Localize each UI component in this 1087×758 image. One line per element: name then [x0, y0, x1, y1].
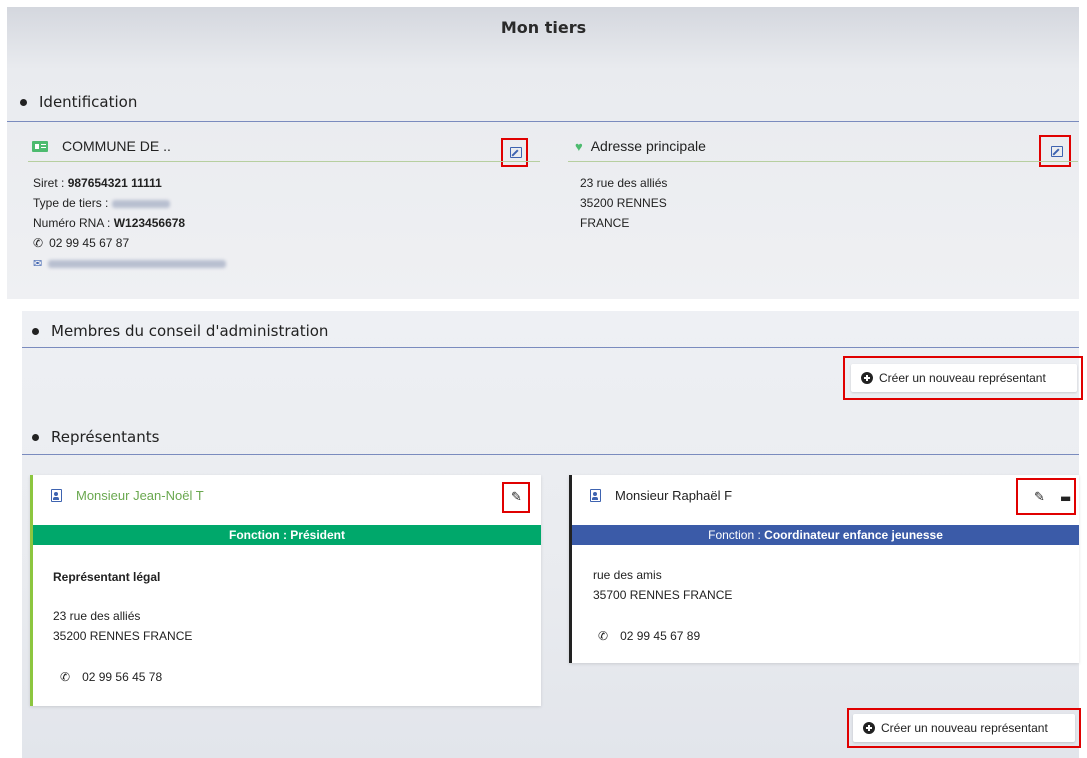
representative-phone: 02 99 45 67 89 — [620, 629, 701, 643]
plus-circle-icon — [861, 372, 873, 384]
bullet-icon — [32, 327, 39, 335]
edit-icon — [510, 147, 522, 158]
edit-representative-button[interactable]: ✎ — [1034, 490, 1045, 505]
siret-value: 987654321 11111 — [67, 176, 162, 190]
rna-row: Numéro RNA : W123456678 — [33, 216, 186, 230]
function-label: Fonction : — [708, 528, 765, 542]
pencil-icon: ✎ — [511, 490, 522, 505]
address-title: Adresse principale — [590, 138, 706, 154]
representative-address-line2: 35700 RENNES FRANCE — [593, 588, 733, 602]
siret-row: Siret : 987654321 11111 — [33, 176, 162, 190]
organisation-details: Siret : 987654321 11111 Type de tiers : … — [33, 173, 227, 274]
rna-value: W123456678 — [113, 216, 186, 230]
representative-address: 23 rue des alliés 35200 RENNES FRANCE — [53, 606, 192, 646]
person-badge-icon — [590, 489, 601, 502]
representative-phone-row: ✆ 02 99 56 45 78 — [60, 667, 162, 687]
phone-icon: ✆ — [598, 629, 609, 643]
organisation-phone: 02 99 45 67 87 — [49, 236, 130, 250]
representative-address: rue des amis 35700 RENNES FRANCE — [593, 565, 732, 605]
address-details: 23 rue des alliés 35200 RENNES FRANCE — [580, 173, 667, 233]
create-representative-button[interactable]: Créer un nouveau représentant — [853, 714, 1075, 742]
section-divider — [22, 454, 1079, 455]
address-line1: 23 rue des alliés — [580, 176, 668, 190]
representative-header: Monsieur Jean-Noël T — [51, 488, 204, 503]
organisation-header: COMMUNE DE .. — [32, 138, 171, 154]
edit-address-button[interactable] — [1039, 135, 1071, 167]
phone-icon: ✆ — [33, 236, 44, 250]
section-board-label: Membres du conseil d'administration — [51, 322, 329, 340]
organisation-divider — [28, 161, 540, 162]
section-representatives-label: Représentants — [51, 428, 160, 446]
create-board-representative-button[interactable]: Créer un nouveau représentant — [851, 364, 1077, 392]
bullet-icon — [32, 433, 39, 441]
id-card-icon — [32, 140, 48, 152]
function-value: Coordinateur enfance jeunesse — [764, 528, 943, 542]
representative-name: Monsieur Jean-Noël T — [76, 488, 204, 503]
representative-address-line1: 23 rue des alliés — [53, 609, 141, 623]
section-identification-label: Identification — [39, 93, 138, 111]
page-title: Mon tiers — [500, 18, 587, 37]
email-redacted[interactable] — [48, 259, 227, 268]
bullet-icon — [20, 98, 27, 106]
representative-name: Monsieur Raphaël F — [615, 488, 733, 503]
address-line2: 35200 RENNES — [580, 196, 667, 210]
create-representative-label: Créer un nouveau représentant — [881, 721, 1048, 735]
address-line3: FRANCE — [580, 216, 630, 230]
phone-row: ✆ 02 99 45 67 87 — [33, 233, 226, 253]
envelope-icon: ✉ — [33, 258, 43, 270]
edit-icon — [1051, 146, 1063, 157]
function-bar: Fonction : Président — [33, 525, 541, 545]
person-badge-icon — [51, 489, 62, 502]
phone-icon: ✆ — [60, 670, 71, 684]
organisation-name: COMMUNE DE .. — [62, 138, 171, 154]
address-header: ♥ Adresse principale — [575, 138, 706, 154]
representative-phone: 02 99 56 45 78 — [82, 670, 163, 684]
create-board-representative-label: Créer un nouveau représentant — [879, 371, 1046, 385]
tier-type-redacted — [111, 199, 170, 208]
address-divider — [568, 161, 1078, 162]
trash-icon[interactable]: ▬ — [1060, 491, 1071, 505]
representative-address-line2: 35200 RENNES FRANCE — [53, 629, 193, 643]
section-identification: Identification — [20, 93, 137, 111]
map-marker-icon: ♥ — [575, 138, 583, 154]
representative-phone-row: ✆ 02 99 45 67 89 — [598, 626, 700, 646]
plus-circle-icon — [863, 722, 875, 734]
email-row: ✉ — [33, 253, 227, 274]
section-representatives: Représentants — [32, 428, 159, 446]
function-bar: Fonction : Coordinateur enfance jeunesse — [572, 525, 1079, 545]
representative-address-line1: rue des amis — [593, 568, 662, 582]
section-divider — [7, 121, 1079, 122]
edit-representative-button[interactable]: ✎ — [502, 482, 530, 513]
section-divider — [22, 347, 1079, 348]
edit-organisation-button[interactable] — [501, 138, 528, 167]
representative-header: Monsieur Raphaël F — [590, 488, 732, 503]
section-board: Membres du conseil d'administration — [32, 322, 328, 340]
legal-representative-label: Représentant légal — [53, 570, 161, 584]
tier-type-row: Type de tiers : — [33, 193, 226, 213]
